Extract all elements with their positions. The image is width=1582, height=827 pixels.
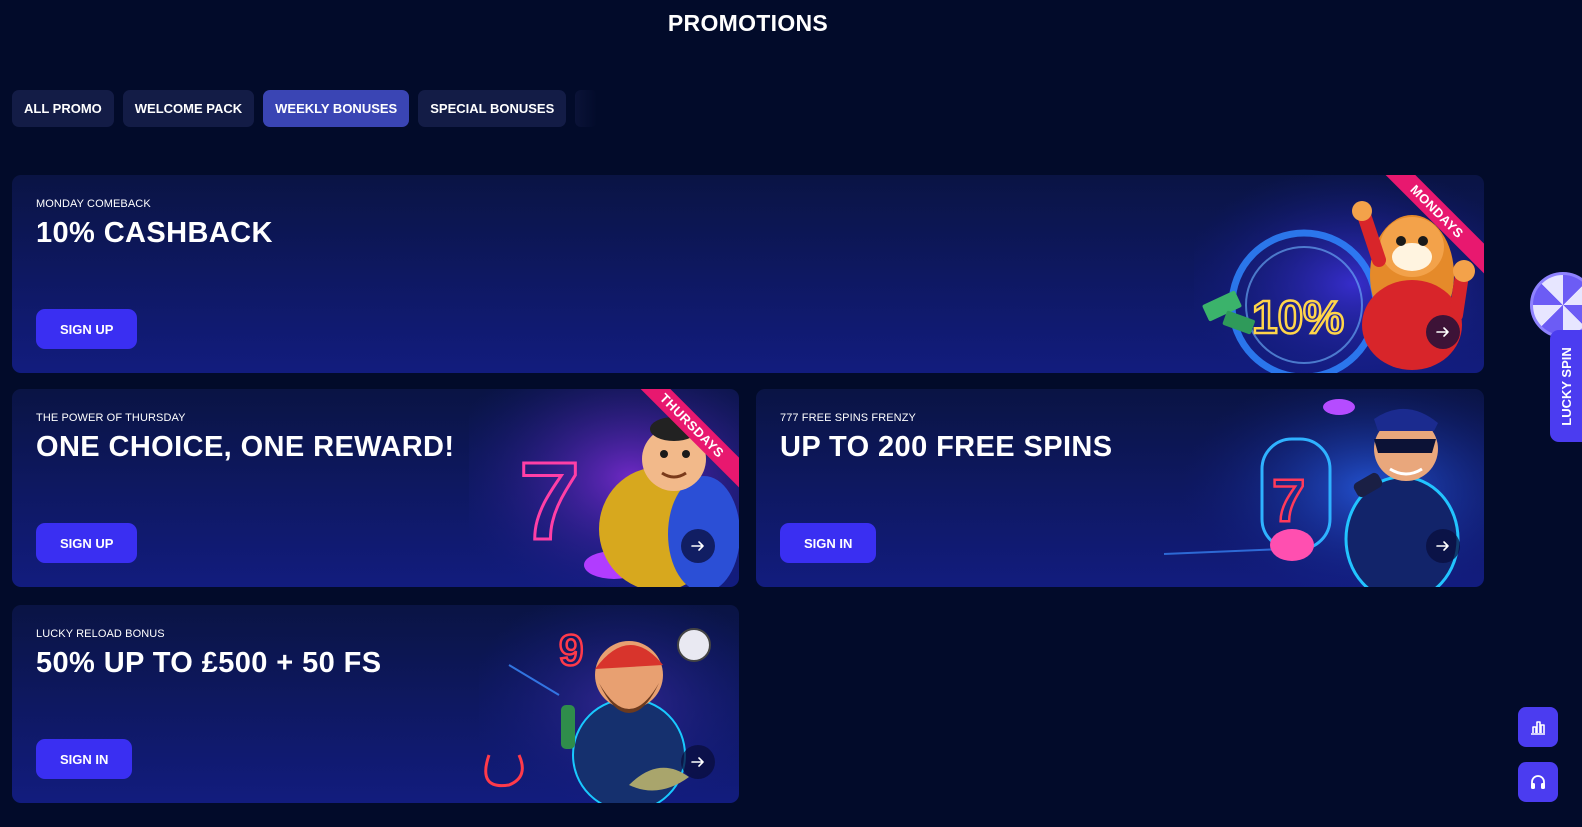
arrow-right-icon[interactable]	[681, 529, 715, 563]
promo-card-monday[interactable]: 10% MONDAYS MONDAY COMEBACK 10% CASHBACK…	[12, 175, 1484, 373]
arrow-right-icon[interactable]	[1426, 315, 1460, 349]
promo-card-free-spins[interactable]: 7 777 FREE SPINS FRENZY UP TO 200 FREE S…	[756, 389, 1484, 587]
promo-headline: 10% CASHBACK	[36, 217, 273, 249]
sign-in-button[interactable]: SIGN IN	[36, 739, 133, 779]
promo-headline: ONE CHOICE, ONE REWARD!	[36, 431, 455, 463]
sign-up-button[interactable]: SIGN UP	[36, 523, 138, 563]
tab-special-bonuses[interactable]: SPECIAL BONUSES	[418, 90, 567, 127]
tab-welcome-pack[interactable]: WELCOME PACK	[122, 90, 255, 127]
sign-up-button[interactable]: SIGN UP	[36, 309, 138, 349]
svg-text:7: 7	[1272, 467, 1305, 534]
promo-subtitle: LUCKY RELOAD BONUS	[36, 628, 165, 640]
promo-card-thursday[interactable]: 7 THURSDAYS THE POWER OF THURSDAY ONE CH…	[12, 389, 739, 587]
promo-headline: 50% UP TO £500 + 50 FS	[36, 647, 382, 679]
sign-in-button[interactable]: SIGN IN	[780, 523, 877, 563]
headset-icon[interactable]	[1518, 762, 1558, 802]
svg-text:7: 7	[519, 440, 580, 563]
promo-subtitle: THE POWER OF THURSDAY	[36, 412, 186, 424]
bar-chart-icon[interactable]	[1518, 707, 1558, 747]
svg-text:9: 9	[559, 626, 583, 675]
tabs-scroll-fade	[575, 90, 598, 127]
arrow-right-icon[interactable]	[681, 745, 715, 779]
tab-weekly-bonuses[interactable]: WEEKLY BONUSES	[263, 90, 410, 127]
day-ribbon-thursdays: THURSDAYS	[629, 389, 739, 499]
day-ribbon-mondays: MONDAYS	[1374, 175, 1484, 285]
wheel-icon[interactable]	[1530, 272, 1582, 338]
promo-tabs: ALL PROMO WELCOME PACK WEEKLY BONUSES SP…	[12, 90, 598, 127]
lucky-spin-widget[interactable]: LUCKY SPIN	[1530, 272, 1582, 442]
page-title: PROMOTIONS	[667, 10, 829, 36]
promotions-page: PROMOTIONS ALL PROMO WELCOME PACK WEEKLY…	[0, 0, 1582, 827]
promo-subtitle: MONDAY COMEBACK	[36, 198, 151, 210]
tab-all-promo[interactable]: ALL PROMO	[12, 90, 114, 127]
arrow-right-icon[interactable]	[1426, 529, 1460, 563]
lucky-spin-label: LUCKY SPIN	[1558, 346, 1574, 426]
art-ten-percent: 10%	[1252, 291, 1344, 343]
promo-subtitle: 777 FREE SPINS FRENZY	[780, 412, 916, 424]
promo-card-reload[interactable]: 9 LUCKY RELOAD BONUS 50% UP TO £500 + 50…	[12, 605, 739, 803]
promo-headline: UP TO 200 FREE SPINS	[780, 431, 1113, 463]
lucky-spin-tab[interactable]: LUCKY SPIN	[1550, 330, 1582, 442]
